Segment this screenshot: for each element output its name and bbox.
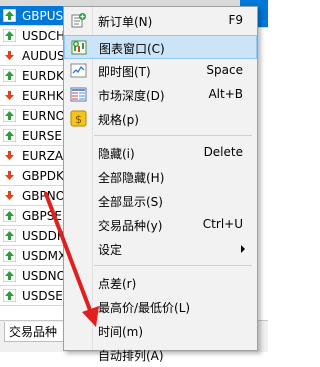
menu-item-shortcut: Ctrl+U	[202, 217, 243, 231]
menu-item-market-depth[interactable]: 市场深度(D) Alt+B	[64, 83, 257, 107]
symbol-name: EURNO	[22, 109, 66, 123]
symbol-name: GBPNO	[22, 189, 66, 203]
menu-item-hide[interactable]: 隐藏(i) Delete	[64, 141, 257, 165]
svg-text:$: $	[75, 113, 82, 126]
chart-window-icon	[71, 40, 87, 55]
down-arrow-icon	[5, 51, 14, 60]
symbol-name: EURZA	[22, 149, 64, 163]
menu-item-show-all[interactable]: 全部显示(S)	[64, 189, 257, 213]
menu-separator	[94, 135, 252, 136]
symbol-name: EURHK	[22, 89, 64, 103]
symbol-name: GBPUS	[22, 9, 64, 23]
symbol-name: EURSE	[22, 129, 62, 143]
context-menu: 新订单(N) F9 图表窗口(C) 即时图(T) Space 市场深度(D) A…	[63, 6, 258, 363]
menu-item-label: 点差(r)	[98, 277, 137, 291]
menu-item-label: 市场深度(D)	[98, 89, 165, 103]
symbol-name: USDMX	[22, 249, 67, 263]
menu-item-label: 隐藏(i)	[98, 147, 135, 161]
menu-item-label: 自动排列(A)	[98, 349, 164, 363]
menu-item-label: 设定	[98, 243, 123, 257]
menu-item-hide-all[interactable]: 全部隐藏(H)	[64, 165, 257, 189]
symbol-name: GBPSE	[22, 209, 62, 223]
menu-item-label: 交易品种(y)	[98, 219, 163, 233]
menu-item-specification[interactable]: $ 规格(p)	[64, 107, 257, 131]
menu-item-symbols[interactable]: 交易品种(y) Ctrl+U	[64, 213, 257, 237]
menu-item-spread[interactable]: 点差(r)	[64, 271, 257, 295]
symbol-name: USDCH	[22, 29, 66, 43]
menu-separator	[94, 265, 252, 266]
up-arrow-icon	[3, 269, 16, 282]
down-arrow-icon	[5, 151, 14, 160]
menu-item-new-order[interactable]: 新订单(N) F9	[64, 9, 257, 33]
up-arrow-icon	[3, 229, 16, 242]
menu-item-auto-arrange[interactable]: 自动排列(A)	[64, 343, 257, 367]
menu-item-label: 全部显示(S)	[98, 195, 163, 209]
up-arrow-icon	[3, 209, 16, 222]
symbol-name: USDDK	[22, 229, 65, 243]
up-arrow-icon	[3, 29, 16, 42]
menu-item-tick-chart[interactable]: 即时图(T) Space	[64, 59, 257, 83]
menu-item-settings[interactable]: 设定	[64, 237, 257, 261]
up-arrow-icon	[3, 69, 16, 82]
submenu-arrow-icon	[241, 245, 245, 253]
menu-item-label: 即时图(T)	[98, 65, 151, 79]
menu-item-time[interactable]: 时间(m)	[64, 319, 257, 343]
new-order-icon	[71, 13, 86, 28]
symbol-name: GBPDK	[22, 169, 64, 183]
menu-item-label: 最高价/最低价(L)	[98, 301, 191, 315]
menu-item-shortcut: F9	[228, 13, 243, 27]
up-arrow-icon	[3, 249, 16, 262]
menu-item-shortcut: Delete	[203, 145, 243, 159]
up-arrow-icon	[3, 289, 16, 302]
down-arrow-icon	[5, 191, 14, 200]
menu-item-chart-window[interactable]: 图表窗口(C)	[64, 35, 257, 59]
menu-item-label: 全部隐藏(H)	[98, 171, 165, 185]
down-arrow-icon	[5, 91, 14, 100]
symbol-name: EURDK	[22, 69, 64, 83]
menu-item-shortcut: Space	[206, 63, 243, 77]
up-arrow-icon	[3, 9, 16, 22]
symbol-name: USDSE	[22, 289, 63, 303]
up-arrow-icon	[3, 129, 16, 142]
symbol-name: AUDUS	[22, 49, 65, 63]
menu-item-label: 时间(m)	[98, 325, 144, 339]
menu-item-shortcut: Alt+B	[208, 87, 243, 101]
menu-item-high-low[interactable]: 最高价/最低价(L)	[64, 295, 257, 319]
menu-item-label: 图表窗口(C)	[99, 42, 165, 56]
menu-item-label: 新订单(N)	[98, 15, 153, 29]
symbol-name: USDNO	[22, 269, 67, 283]
market-depth-icon	[70, 87, 87, 102]
down-arrow-icon	[5, 171, 14, 180]
tab-symbols[interactable]: 交易品种	[4, 322, 72, 342]
tick-chart-icon	[70, 63, 87, 78]
up-arrow-icon	[3, 109, 16, 122]
specification-icon: $	[70, 110, 87, 127]
menu-item-label: 规格(p)	[98, 113, 139, 127]
